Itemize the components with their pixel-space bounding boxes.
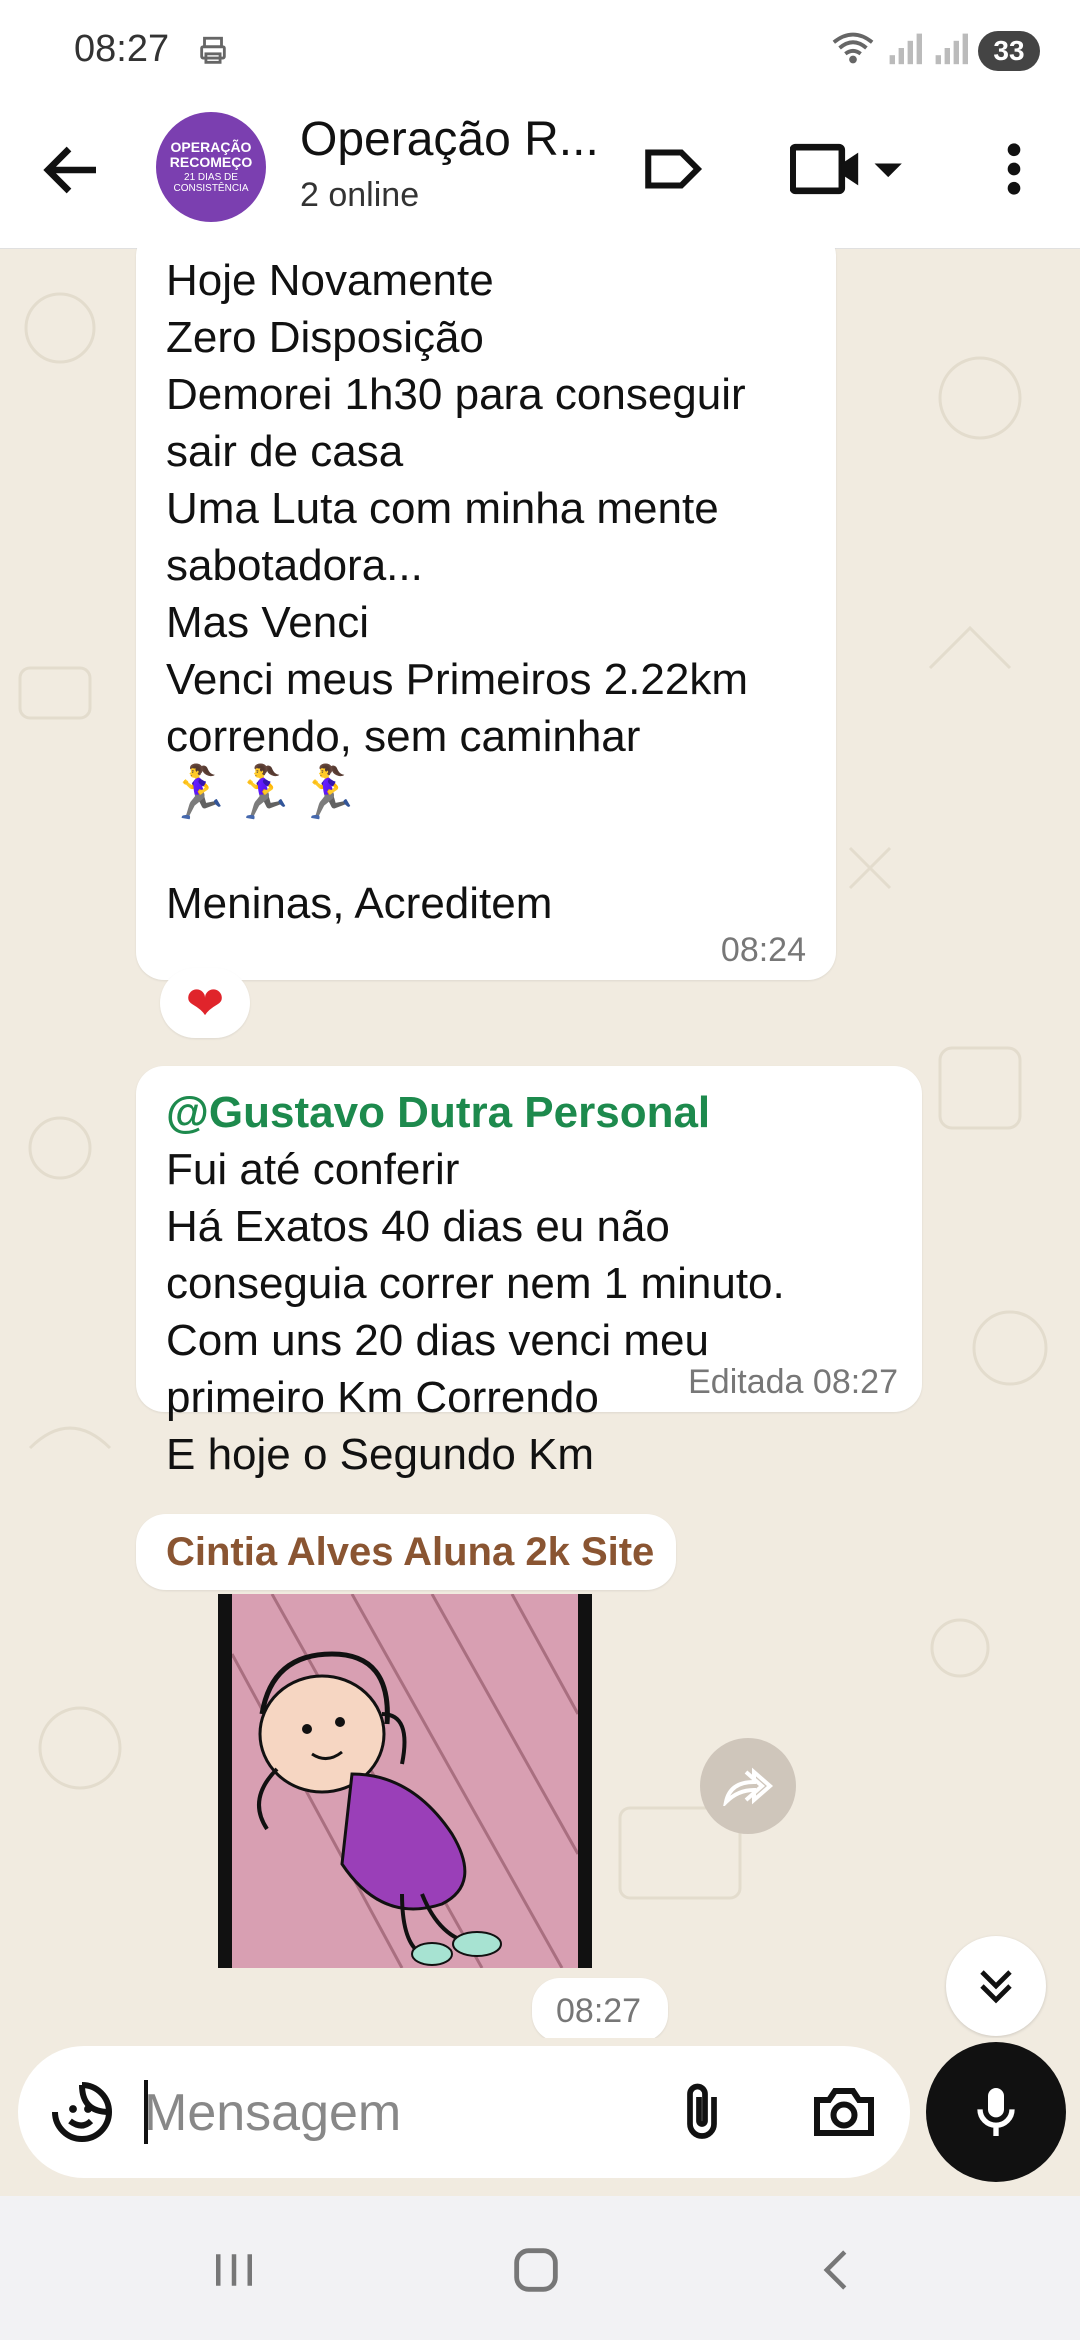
scroll-to-bottom-button[interactable] (946, 1936, 1046, 2036)
message-line: Venci meus Primeiros 2.22km (166, 655, 748, 704)
message-line: E hoje o Segundo Km (166, 1430, 595, 1479)
edited-label: Editada (688, 1363, 804, 1401)
avatar-text-1: OPERAÇÃO (170, 138, 252, 155)
attach-button[interactable] (666, 2076, 738, 2148)
home-icon (514, 2248, 558, 2292)
avatar-text-3: 21 DIAS DE CONSISTÊNCIA (173, 172, 249, 194)
sender-name[interactable]: Cintia Alves Aluna 2k Site (166, 1530, 654, 1575)
running-emoji: 🏃‍♀️🏃‍♀️🏃‍♀️ (166, 764, 361, 822)
message-line: Zero Disposição (166, 313, 484, 362)
mention-link[interactable]: @Gustavo Dutra Personal (166, 1084, 785, 1141)
home-button[interactable] (506, 2240, 566, 2300)
paperclip-icon (687, 2083, 717, 2139)
sender-name-bubble: Cintia Alves Aluna 2k Site (136, 1514, 676, 1590)
message-line: correndo, sem caminhar (166, 712, 641, 761)
status-bar: 08:27 33 (0, 0, 1080, 100)
video-camera-icon (789, 143, 902, 195)
message-line: sair de casa (166, 427, 404, 476)
chat-header: OPERAÇÃO RECOMEÇO 21 DIAS DE CONSISTÊNCI… (0, 100, 1080, 249)
signal-icon-2 (932, 30, 968, 71)
sticker-image[interactable] (218, 1594, 592, 1968)
recent-apps-button[interactable] (204, 2240, 264, 2300)
recents-icon (216, 2254, 252, 2286)
more-vert-icon (1007, 143, 1021, 195)
message-bubble[interactable]: Hoje Novamente Zero Disposição Demorei 1… (136, 248, 836, 980)
message-line: Demorei 1h30 para conseguir (166, 370, 746, 419)
message-line: sabotadora... (166, 541, 423, 590)
signal-icon (886, 30, 922, 71)
text-caret (144, 2080, 148, 2144)
message-line: Fui até conferir (166, 1145, 460, 1194)
camera-button[interactable] (808, 2076, 880, 2148)
camera-icon (814, 2088, 874, 2136)
message-input[interactable] (142, 2070, 646, 2156)
message-time: 08:27 (812, 1363, 898, 1401)
heart-reaction[interactable]: ❤ (160, 968, 250, 1038)
label-icon (645, 149, 703, 189)
message-time: 08:27 (556, 1992, 642, 2030)
back-nav-button[interactable] (808, 2240, 868, 2300)
arrow-left-icon (43, 146, 96, 194)
system-nav-bar (0, 2196, 1080, 2340)
label-button[interactable] (640, 136, 706, 207)
chat-title[interactable]: Operação R... (300, 112, 599, 167)
more-options-button[interactable] (994, 136, 1034, 207)
back-button[interactable] (36, 134, 108, 206)
sticker-button[interactable] (46, 2076, 118, 2148)
forward-button[interactable] (700, 1738, 796, 1834)
video-call-button[interactable] (789, 136, 910, 207)
sticker-smiley-icon (52, 2082, 113, 2142)
microphone-icon (977, 2088, 1015, 2136)
message-text: @Gustavo Dutra Personal Fui até conferir… (166, 1084, 785, 1483)
forward-icon (723, 1767, 774, 1806)
battery-indicator: 33 (978, 30, 1040, 71)
avatar-text-2: RECOMEÇO (169, 153, 253, 170)
chat-area[interactable]: Hoje Novamente Zero Disposição Demorei 1… (0, 248, 1080, 2038)
chevron-left-icon (823, 2250, 847, 2290)
sticker-cartoon (232, 1594, 578, 1968)
status-time: 08:27 (74, 28, 170, 70)
message-composer (18, 2046, 910, 2178)
chat-subtitle: 2 online (300, 176, 420, 214)
message-text: Hoje Novamente Zero Disposição Demorei 1… (166, 252, 748, 932)
message-line: Com uns 20 dias venci meu (166, 1316, 709, 1365)
wifi-icon (830, 28, 876, 73)
status-icons: 33 (830, 28, 1040, 73)
message-line: Uma Luta com minha mente (166, 484, 719, 533)
message-line: Mas Venci (166, 598, 369, 647)
message-meta: Editada 08:27 (688, 1363, 898, 1402)
printer-icon (196, 34, 230, 73)
group-avatar[interactable]: OPERAÇÃO RECOMEÇO 21 DIAS DE CONSISTÊNCI… (156, 112, 266, 222)
voice-message-button[interactable] (926, 2042, 1066, 2182)
message-line: Há Exatos 40 dias eu não (166, 1202, 670, 1251)
message-line: conseguia correr nem 1 minuto. (166, 1259, 785, 1308)
message-time: 08:24 (720, 931, 806, 969)
double-chevron-down-icon (980, 1970, 1012, 2004)
message-line: Meninas, Acreditem (166, 879, 553, 928)
sticker-time-bubble: 08:27 (532, 1978, 668, 2038)
message-bubble[interactable]: @Gustavo Dutra Personal Fui até conferir… (136, 1066, 922, 1479)
message-line: Hoje Novamente (166, 256, 494, 305)
